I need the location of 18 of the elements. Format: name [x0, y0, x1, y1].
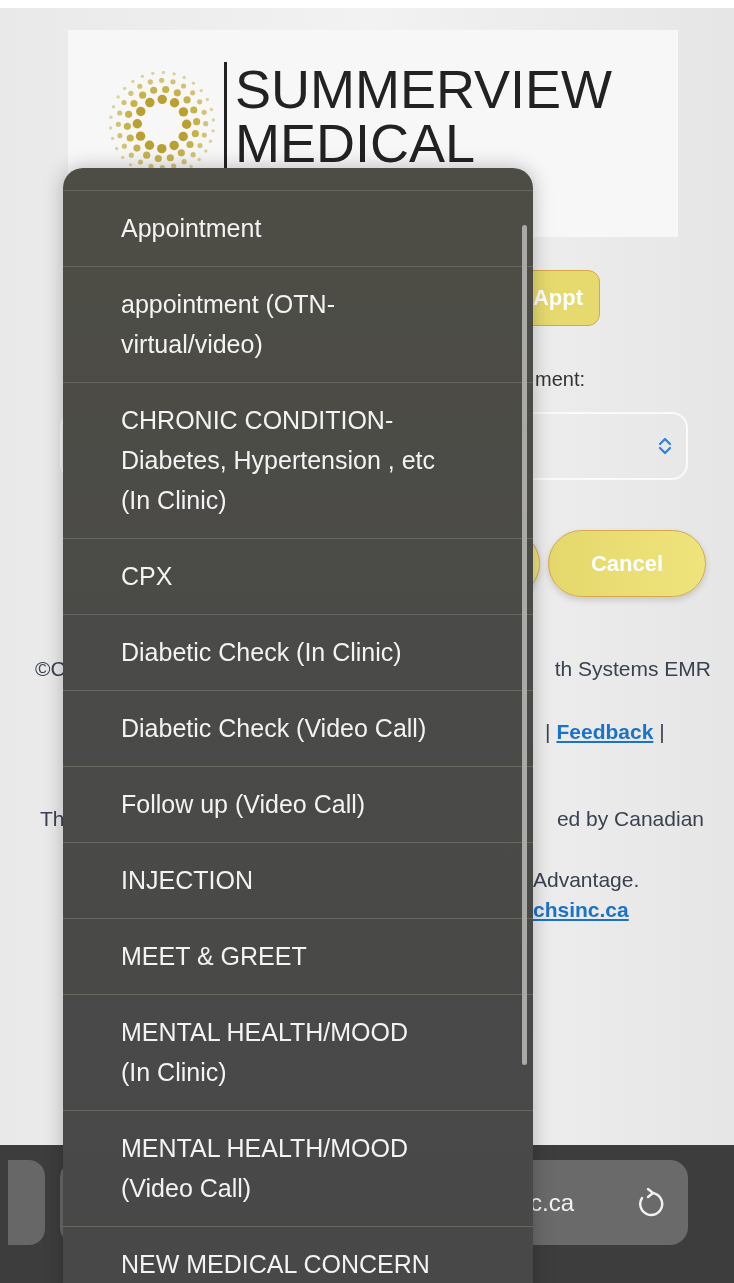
scrollbar[interactable]	[522, 225, 527, 1065]
website-link[interactable]: chsinc.ca	[533, 896, 629, 924]
menu-option[interactable]: NEW MEDICAL CONCERN	[63, 1226, 533, 1283]
separator-text: |	[659, 719, 665, 745]
reload-icon[interactable]	[636, 1187, 664, 1218]
footer-text: th Systems EMR	[554, 656, 711, 682]
menu-option[interactable]: MENTAL HEALTH/MOOD (Video Call)	[63, 1110, 533, 1226]
footer-text: ed by Canadian	[556, 806, 704, 832]
separator-text: |	[545, 719, 551, 745]
field-label: ment:	[535, 368, 586, 392]
footer-text: ©C	[35, 656, 66, 682]
toolbar-button[interactable]	[8, 1160, 45, 1245]
footer-text: Advantage.	[533, 867, 640, 893]
logo-text: SUMMERVIEW	[235, 62, 613, 116]
feedback-link[interactable]: Feedback	[556, 718, 654, 746]
footer-text: Th	[40, 806, 65, 832]
chevron-updown-icon	[658, 436, 672, 456]
logo-text: MEDICAL	[235, 116, 477, 170]
